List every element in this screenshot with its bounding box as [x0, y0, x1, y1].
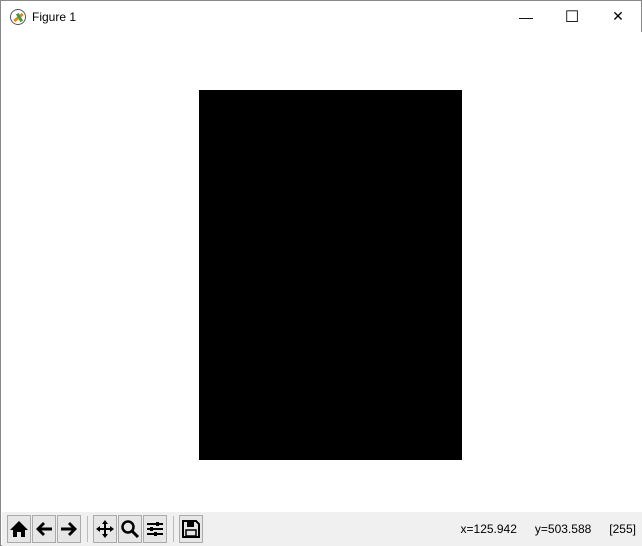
- magnifier-icon: [121, 520, 140, 539]
- figure-window: Figure 1 — ☐ ✕ x=125.942 y=503.588 [255]: [0, 0, 642, 546]
- cursor-y: y=503.588: [534, 522, 592, 536]
- home-button[interactable]: [7, 515, 31, 543]
- navigation-toolbar: x=125.942 y=503.588 [255]: [2, 512, 642, 546]
- close-button[interactable]: ✕: [595, 1, 641, 32]
- back-button[interactable]: [32, 515, 56, 543]
- forward-button[interactable]: [57, 515, 81, 543]
- title-bar: Figure 1 — ☐ ✕: [1, 1, 641, 32]
- toolbar-separator: [173, 516, 174, 542]
- maximize-button[interactable]: ☐: [549, 1, 595, 32]
- figure-canvas[interactable]: [2, 32, 642, 512]
- home-icon: [10, 521, 28, 537]
- image-axes[interactable]: [199, 90, 462, 460]
- minimize-button[interactable]: —: [503, 1, 549, 32]
- matplotlib-app-icon: [10, 8, 26, 25]
- toolbar-separator: [87, 516, 88, 542]
- zoom-button[interactable]: [118, 515, 142, 543]
- pixel-value: [255]: [609, 522, 636, 536]
- move-icon: [96, 520, 114, 538]
- configure-subplots-button[interactable]: [143, 515, 167, 543]
- arrow-left-icon: [36, 522, 52, 536]
- floppy-disk-icon: [182, 520, 200, 538]
- cursor-status: x=125.942 y=503.588 [255]: [461, 512, 636, 546]
- arrow-right-icon: [61, 522, 77, 536]
- window-title: Figure 1: [32, 9, 77, 24]
- sliders-icon: [147, 522, 163, 536]
- pan-button[interactable]: [93, 515, 117, 543]
- cursor-x: x=125.942: [460, 522, 517, 536]
- save-button[interactable]: [179, 515, 203, 543]
